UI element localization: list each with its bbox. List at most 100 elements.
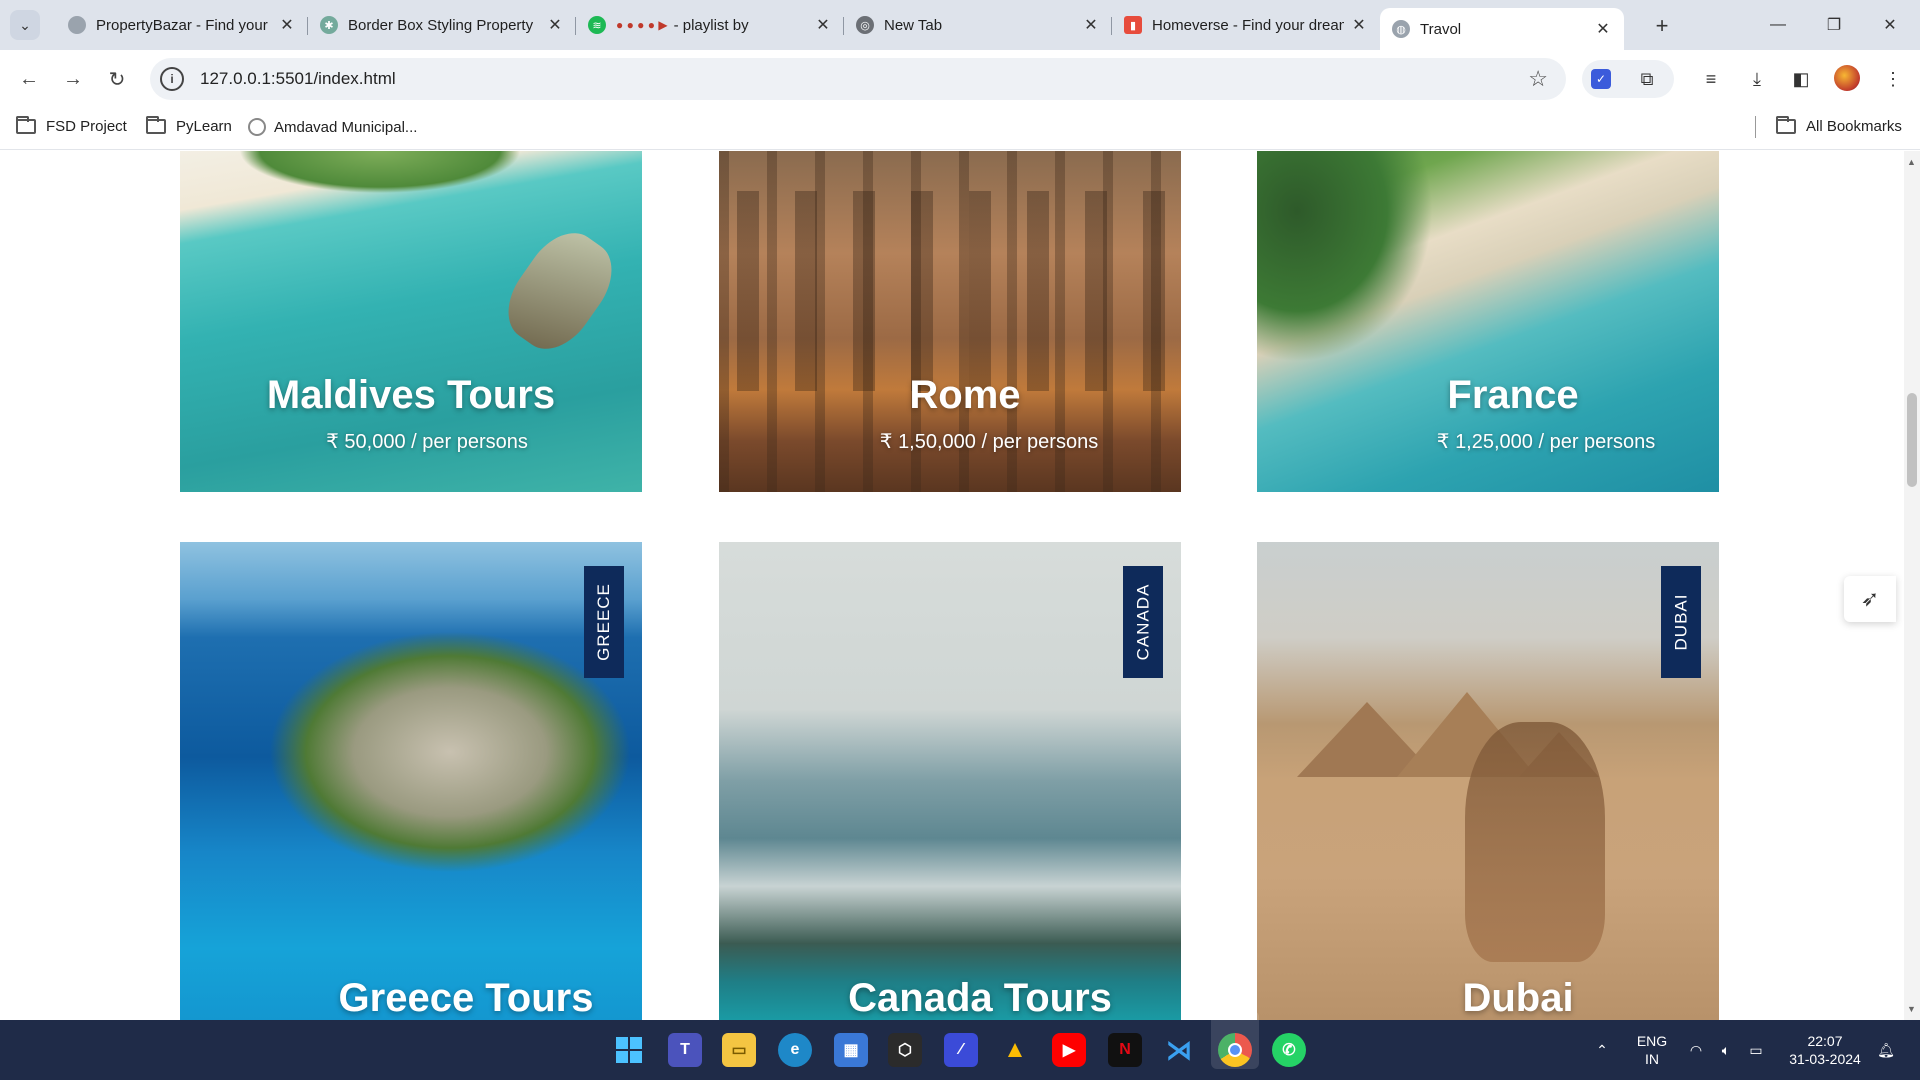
bookmark-pylearn[interactable]: PyLearn bbox=[146, 116, 232, 135]
teams-app[interactable]: T bbox=[668, 1033, 702, 1067]
graph-icon: ⁄ bbox=[959, 1041, 963, 1058]
badge-label: CANADA bbox=[1133, 583, 1153, 661]
folder-icon bbox=[146, 116, 166, 134]
close-icon: ✕ bbox=[1883, 17, 1897, 34]
downloads-button[interactable]: ⤓ bbox=[1742, 64, 1772, 94]
netflix-app[interactable]: N bbox=[1108, 1033, 1142, 1067]
minimize-icon: — bbox=[1770, 16, 1786, 33]
tab-list: PropertyBazar - Find your dream ✕ ✱ Bord… bbox=[56, 8, 1624, 50]
extensions-button[interactable]: ⧉ bbox=[1632, 64, 1662, 94]
all-bookmarks-button[interactable]: All Bookmarks bbox=[1776, 116, 1902, 135]
close-icon[interactable]: ✕ bbox=[1594, 19, 1612, 39]
side-panel-button[interactable]: ◧ bbox=[1786, 64, 1816, 94]
notifications-button[interactable]: 🔔︎ bbox=[1874, 1020, 1898, 1080]
show-hidden-icons-button[interactable]: ⌃ bbox=[1590, 1020, 1614, 1080]
site-info-icon[interactable]: i bbox=[160, 67, 184, 91]
new-tab-button[interactable]: + bbox=[1648, 12, 1676, 40]
bookmark-fsd-project[interactable]: FSD Project bbox=[16, 116, 127, 135]
active-app-highlight bbox=[1211, 1011, 1259, 1069]
wifi-button[interactable]: ◠ bbox=[1684, 1020, 1708, 1080]
clock[interactable]: 22:07 31-03-2024 bbox=[1780, 1020, 1870, 1080]
scroll-thumb[interactable] bbox=[1907, 393, 1917, 487]
destination-badge: GREECE bbox=[584, 566, 624, 678]
youtube-app[interactable]: ▶ bbox=[1052, 1033, 1086, 1067]
spotify-icon: ≋ bbox=[588, 16, 606, 34]
tour-price: ₹ 1,25,000 / per persons bbox=[1436, 431, 1656, 453]
close-icon[interactable]: ✕ bbox=[278, 15, 296, 35]
globe-icon: ◍ bbox=[1392, 20, 1410, 38]
tour-price: ₹ 1,50,000 / per persons bbox=[879, 431, 1099, 453]
tour-title: Maldives Tours bbox=[266, 373, 556, 417]
badge-label: DUBAI bbox=[1671, 593, 1690, 651]
edge-icon: e bbox=[790, 1041, 800, 1058]
tab-title: New Tab bbox=[884, 16, 943, 34]
tour-card-canada[interactable]: CANADA Canada Tours bbox=[719, 542, 1181, 1020]
page-scrollbar[interactable]: ▲ ▼ bbox=[1904, 151, 1920, 1020]
back-button[interactable]: ← bbox=[14, 64, 44, 94]
unity-app[interactable]: ⬡ bbox=[888, 1033, 922, 1067]
reload-icon: ↻ bbox=[108, 68, 126, 91]
playlist-icon: ≡ bbox=[1705, 68, 1717, 89]
extension-shield-button[interactable]: ✓ bbox=[1586, 64, 1616, 94]
store-icon: ▦ bbox=[843, 1042, 859, 1059]
profile-avatar[interactable] bbox=[1834, 65, 1860, 91]
start-button[interactable] bbox=[612, 1033, 646, 1067]
netflix-icon: N bbox=[1119, 1041, 1131, 1058]
close-icon[interactable]: ✕ bbox=[1350, 15, 1368, 35]
chevron-down-icon: ⌄ bbox=[19, 16, 31, 33]
edge-app[interactable]: e bbox=[778, 1033, 812, 1067]
tour-title: Greece Tours bbox=[338, 976, 594, 1020]
tab-new-tab[interactable]: ◎ New Tab ✕ bbox=[844, 8, 1112, 42]
address-url[interactable]: 127.0.0.1:5501/index.html bbox=[200, 69, 396, 89]
file-explorer-app[interactable]: ▭ bbox=[722, 1033, 756, 1067]
tour-image bbox=[719, 191, 1181, 391]
vscode-app[interactable]: ⋊ bbox=[1162, 1033, 1196, 1067]
bookmark-amdavad[interactable]: Amdavad Municipal... bbox=[248, 118, 417, 136]
chatgpt-icon: ✱ bbox=[320, 16, 338, 34]
tab-title: Travol bbox=[1420, 20, 1462, 38]
media-control-button[interactable]: ≡ bbox=[1696, 64, 1726, 94]
destination-badge: CANADA bbox=[1123, 566, 1163, 678]
tab-title: PropertyBazar - Find your dream bbox=[96, 16, 272, 34]
minimize-button[interactable]: — bbox=[1750, 0, 1806, 50]
menu-button[interactable]: ⋮ bbox=[1878, 64, 1908, 94]
tab-propertybazar[interactable]: PropertyBazar - Find your dream ✕ bbox=[56, 8, 308, 42]
tour-title: Canada Tours bbox=[848, 976, 1112, 1020]
close-icon[interactable]: ✕ bbox=[546, 15, 564, 35]
address-bar[interactable]: i 127.0.0.1:5501/index.html ☆ bbox=[150, 58, 1566, 100]
tour-card-greece[interactable]: GREECE Greece Tours bbox=[180, 542, 642, 1020]
tab-search-button[interactable]: ⌄ bbox=[10, 10, 40, 40]
graph-app[interactable]: ⁄ bbox=[944, 1033, 978, 1067]
tab-border-box[interactable]: ✱ Border Box Styling Property ✕ bbox=[308, 8, 576, 42]
google-drive-app[interactable]: ▲ bbox=[998, 1033, 1032, 1067]
all-bookmarks-label: All Bookmarks bbox=[1806, 118, 1902, 135]
battery-button[interactable]: ▭ bbox=[1744, 1020, 1768, 1080]
close-window-button[interactable]: ✕ bbox=[1862, 0, 1918, 50]
store-app[interactable]: ▦ bbox=[834, 1033, 868, 1067]
download-icon: ⤓ bbox=[1753, 68, 1761, 89]
tab-travol[interactable]: ◍ Travol ✕ bbox=[1380, 8, 1624, 50]
tab-playlist[interactable]: ≋ ● ● ● ● ▶ - playlist by ✕ bbox=[576, 8, 844, 42]
tab-homeverse[interactable]: ▮ Homeverse - Find your dream ✕ bbox=[1112, 8, 1380, 42]
tour-card-france[interactable]: France ₹ 1,25,000 / per persons bbox=[1257, 151, 1719, 492]
youtube-icon: ▶ bbox=[1062, 1042, 1076, 1059]
tour-card-rome[interactable]: Rome ₹ 1,50,000 / per persons bbox=[719, 151, 1181, 492]
tab-title: Homeverse - Find your dream bbox=[1152, 16, 1344, 34]
whatsapp-app[interactable]: ✆ bbox=[1272, 1033, 1306, 1067]
plus-icon: + bbox=[1655, 13, 1669, 38]
arrow-right-icon: → bbox=[63, 67, 83, 90]
language-indicator[interactable]: ENG IN bbox=[1630, 1020, 1674, 1080]
volume-button[interactable]: 🔈︎ bbox=[1714, 1020, 1738, 1080]
scroll-down-icon[interactable]: ▼ bbox=[1907, 1004, 1916, 1014]
reload-button[interactable]: ↻ bbox=[102, 64, 132, 94]
tour-card-dubai[interactable]: DUBAI Dubai bbox=[1257, 542, 1719, 1020]
forward-button[interactable]: → bbox=[58, 64, 88, 94]
folder-icon bbox=[16, 116, 36, 134]
tour-card-maldives[interactable]: Maldives Tours ₹ 50,000 / per persons bbox=[180, 151, 642, 492]
scroll-up-icon[interactable]: ▲ bbox=[1907, 157, 1916, 167]
close-icon[interactable]: ✕ bbox=[1082, 15, 1100, 35]
launch-floating-button[interactable]: ➶ bbox=[1844, 576, 1896, 622]
bookmark-star-icon[interactable]: ☆ bbox=[1528, 66, 1548, 92]
close-icon[interactable]: ✕ bbox=[814, 15, 832, 35]
restore-button[interactable]: ❐ bbox=[1806, 0, 1862, 50]
